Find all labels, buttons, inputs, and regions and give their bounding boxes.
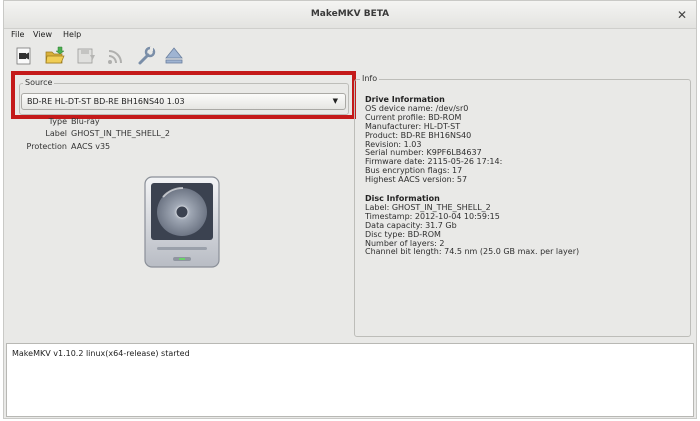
source-label: Source (23, 78, 55, 87)
disc-label-row: Label GHOST_IN_THE_SHELL_2 (9, 129, 209, 139)
disc-protection-value: AACS v35 (71, 142, 111, 151)
backup-icon[interactable] (75, 45, 97, 67)
disc-label-key: Label (45, 129, 67, 138)
stream-icon[interactable] (105, 45, 127, 67)
disc-protection-row: Protection AACS v35 (9, 142, 209, 152)
log-line: MakeMKV v1.10.2 linux(x64-release) start… (12, 349, 190, 358)
disc-type-value: Blu-ray (71, 117, 100, 126)
menu-bar: File View Help (4, 29, 696, 41)
drive-info-line: Highest AACS version: 57 (365, 175, 468, 185)
disc-information-block: Disc Information Label: GHOST_IN_THE_SHE… (365, 194, 580, 257)
toolbar (13, 45, 313, 67)
window-title: MakeMKV BETA (310, 9, 390, 19)
menu-view[interactable]: View (33, 30, 52, 39)
close-button[interactable]: ✕ (674, 7, 690, 23)
disc-protection-key: Protection (26, 142, 67, 151)
open-folder-icon[interactable] (44, 45, 66, 67)
log-output[interactable]: MakeMKV v1.10.2 linux(x64-release) start… (6, 343, 694, 417)
disc-label-value: GHOST_IN_THE_SHELL_2 (71, 129, 170, 138)
disc-type-key: Type (48, 117, 67, 126)
source-highlight: Source BD-RE HL-DT-ST BD-RE BH16NS40 1.0… (11, 71, 356, 119)
menu-file[interactable]: File (11, 30, 24, 39)
chevron-down-icon: ▼ (332, 97, 338, 105)
source-drive-dropdown[interactable]: BD-RE HL-DT-ST BD-RE BH16NS40 1.03 ▼ (21, 93, 346, 110)
bluray-drive-icon (143, 175, 221, 269)
disc-info-line: Channel bit length: 74.5 nm (25.0 GB max… (365, 247, 580, 257)
disc-type-row: Type Blu-ray (9, 117, 209, 127)
info-label: Info (360, 74, 380, 83)
menu-help[interactable]: Help (63, 30, 81, 39)
settings-wrench-icon[interactable] (135, 45, 157, 67)
main-window: MakeMKV BETA ✕ File View Help Source BD-… (3, 0, 697, 419)
eject-icon[interactable] (163, 45, 185, 67)
drive-information-block: Drive Information OS device name: /dev/s… (365, 95, 502, 185)
title-bar[interactable]: MakeMKV BETA ✕ (4, 1, 696, 29)
selected-drive-text: BD-RE HL-DT-ST BD-RE BH16NS40 1.03 (27, 97, 185, 106)
info-group: Info Drive Information OS device name: /… (354, 74, 691, 337)
open-video-file-icon[interactable] (13, 45, 35, 67)
